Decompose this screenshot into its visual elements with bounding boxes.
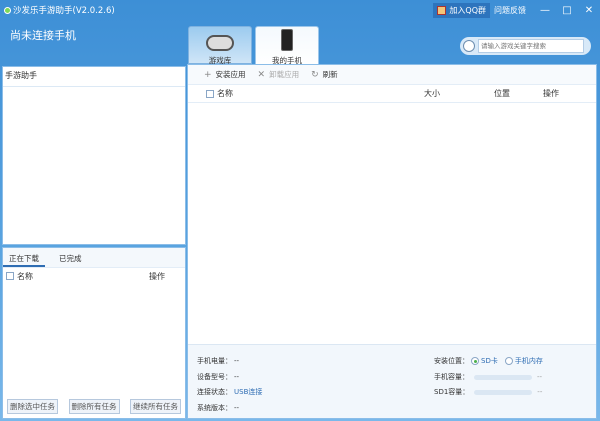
sd-capacity-bar bbox=[474, 389, 533, 395]
model-value: -- bbox=[234, 373, 240, 381]
phone-info: 手机电量： -- 设备型号： -- 连接状态： USB连接 系统版本： -- 安装位置：… bbox=[188, 344, 596, 418]
sd-capacity-label: SD1容量： bbox=[434, 388, 470, 396]
connection-label: 连接状态： bbox=[197, 388, 232, 396]
col-name: 名称 bbox=[17, 271, 33, 281]
tab-my-phone[interactable]: 我的手机 bbox=[255, 26, 319, 65]
phone-memory-radio[interactable] bbox=[504, 357, 513, 365]
sd-card-radio[interactable] bbox=[471, 357, 479, 365]
select-all-apps-checkbox[interactable] bbox=[206, 89, 214, 98]
install-location-label: 安装位置： bbox=[434, 357, 469, 365]
connection-status-title: 尚未连接手机 bbox=[10, 29, 76, 42]
battery-label: 手机电量： bbox=[197, 357, 232, 365]
model-label: 设备型号： bbox=[197, 373, 232, 381]
sd-card-option: SD卡 bbox=[481, 357, 498, 365]
phone-capacity-bar bbox=[474, 374, 532, 380]
tab-game-library[interactable]: 游戏库 bbox=[188, 26, 252, 65]
maximize-button[interactable]: □ bbox=[556, 5, 578, 16]
search-input[interactable] bbox=[478, 39, 584, 53]
col-size: 大小 bbox=[424, 89, 440, 98]
sd-capacity-value: -- bbox=[537, 388, 543, 396]
app-logo-icon bbox=[4, 6, 11, 14]
gamepad-icon bbox=[206, 35, 234, 51]
delete-selected-tasks-button[interactable]: 删除选中任务 bbox=[7, 399, 58, 414]
download-panel: 正在下载 已完成 名称 操作 删除选中任务 删除所有任务 继续所有任务 bbox=[2, 247, 186, 419]
tab-downloading[interactable]: 正在下载 bbox=[3, 248, 45, 267]
search-icon[interactable] bbox=[463, 40, 475, 52]
delete-all-tasks-button[interactable]: 删除所有任务 bbox=[68, 399, 120, 414]
minimize-button[interactable]: — bbox=[534, 5, 556, 16]
window-title: 沙发乐手游助手(V2.0.2.6) bbox=[13, 6, 115, 16]
qq-group-icon bbox=[437, 5, 447, 15]
plus-icon: + bbox=[204, 70, 212, 80]
select-all-downloads-checkbox[interactable] bbox=[6, 272, 14, 280]
uninstall-app-button[interactable]: ✕ 卸载应用 bbox=[258, 69, 300, 80]
tab-completed[interactable]: 已完成 bbox=[53, 248, 88, 267]
join-qq-group-button[interactable]: 加入QQ群 bbox=[433, 2, 490, 18]
close-button[interactable]: ✕ bbox=[578, 5, 600, 16]
phone-capacity-value: -- bbox=[537, 373, 543, 381]
col-action: 操作 bbox=[149, 271, 165, 281]
phone-icon bbox=[281, 29, 293, 51]
col-name: 名称 bbox=[217, 89, 233, 98]
refresh-icon: ↻ bbox=[311, 70, 319, 80]
phone-capacity-label: 手机容量： bbox=[434, 373, 469, 381]
os-label: 系统版本： bbox=[197, 404, 232, 412]
feedback-link[interactable]: 问题反馈 bbox=[494, 5, 526, 16]
title-bar: 沙发乐手游助手(V2.0.2.6) 加入QQ群 问题反馈 — □ ✕ bbox=[0, 0, 600, 20]
resume-all-tasks-button[interactable]: 继续所有任务 bbox=[130, 399, 181, 414]
sidebar-header: 手游助手 bbox=[3, 67, 185, 87]
refresh-button[interactable]: ↻ 刷新 bbox=[311, 69, 338, 80]
col-action: 操作 bbox=[543, 89, 559, 98]
x-icon: ✕ bbox=[257, 70, 266, 80]
col-location: 位置 bbox=[494, 89, 510, 98]
search-box bbox=[460, 37, 591, 55]
os-value: -- bbox=[234, 404, 240, 412]
sidebar-panel: 手游助手 bbox=[2, 66, 186, 245]
connection-value: USB连接 bbox=[234, 388, 263, 396]
phone-memory-option: 手机内存 bbox=[514, 357, 543, 365]
install-app-button[interactable]: + 安装应用 bbox=[204, 69, 246, 80]
battery-value: -- bbox=[234, 357, 240, 365]
phone-panel: + 安装应用 ✕ 卸载应用 ↻ 刷新 名称 大小 位置 操作 手机电量： -- 设备型号… bbox=[187, 64, 597, 419]
